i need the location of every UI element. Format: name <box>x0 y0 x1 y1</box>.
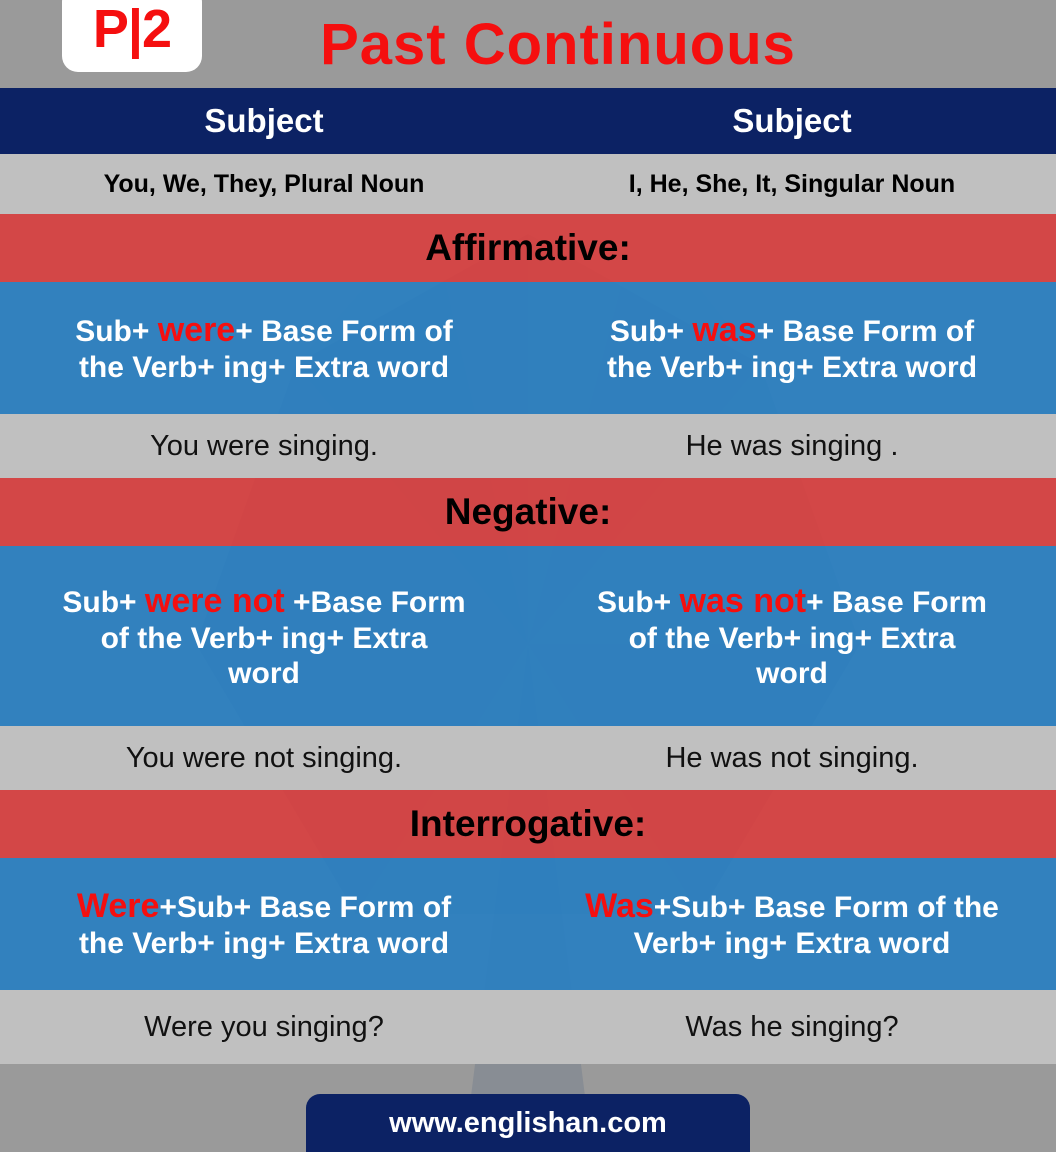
formula-row-negative: Sub+ were not +Base Form of the Verb+ in… <box>0 546 1056 726</box>
formula-suffix: + Base Form of <box>756 315 975 349</box>
formula-line-3: word <box>228 657 300 691</box>
subject-list-row: You, We, They, Plural Noun I, He, She, I… <box>0 154 1056 214</box>
formula-suffix: +Sub+ Base Form of the <box>653 891 999 925</box>
subject-header-row: Subject Subject <box>0 88 1056 154</box>
formula-affirmative-left: Sub+ were+ Base Form of the Verb+ ing+ E… <box>0 282 528 414</box>
formula-line-2: Verb+ ing+ Extra word <box>633 927 951 961</box>
formula-keyword: were not <box>144 581 285 620</box>
formula-line-1: Were+Sub+ Base Form of <box>77 886 451 926</box>
formula-negative-right: Sub+ was not+ Base Form of the Verb+ ing… <box>528 546 1056 726</box>
logo-text: P|2 <box>92 0 172 59</box>
formula-prefix: Sub+ <box>609 315 693 349</box>
section-label-interrogative: Interrogative: <box>409 803 647 844</box>
example-affirmative-left: You were singing. <box>150 429 378 462</box>
formula-prefix: Sub+ <box>596 585 680 619</box>
formula-line-2: the Verb+ ing+ Extra word <box>78 351 450 385</box>
example-row-negative: You were not singing. He was not singing… <box>0 726 1056 790</box>
website-badge[interactable]: www.englishan.com <box>306 1094 750 1152</box>
formula-keyword: was <box>692 311 757 350</box>
subject-list-right: I, He, She, It, Singular Noun <box>628 169 956 198</box>
formula-prefix: Sub+ <box>75 315 158 349</box>
formula-line-2: of the Verb+ ing+ Extra <box>100 621 428 655</box>
subject-header-left: Subject <box>204 102 324 139</box>
example-negative-right: He was not singing. <box>665 741 919 774</box>
formula-suffix: +Sub+ Base Form of <box>159 891 452 925</box>
formula-suffix: +Base Form <box>284 585 466 619</box>
example-interrogative-right: Was he singing? <box>685 1010 899 1043</box>
section-header-negative: Negative: <box>0 478 1056 546</box>
section-label-negative: Negative: <box>444 491 612 532</box>
formula-negative-left: Sub+ were not +Base Form of the Verb+ in… <box>0 546 528 726</box>
formula-line-1: Was+Sub+ Base Form of the <box>585 886 999 926</box>
website-url: www.englishan.com <box>389 1106 667 1139</box>
formula-line-2: the Verb+ ing+ Extra word <box>78 927 450 961</box>
example-interrogative-left: Were you singing? <box>144 1010 384 1043</box>
example-affirmative-right: He was singing . <box>685 429 899 462</box>
formula-line-1: Sub+ was not+ Base Form <box>597 581 987 621</box>
section-label-affirmative: Affirmative: <box>425 227 631 268</box>
formula-line-2: of the Verb+ ing+ Extra <box>628 621 956 655</box>
formula-keyword: were <box>157 311 236 350</box>
subject-list-left: You, We, They, Plural Noun <box>103 169 425 198</box>
formula-suffix: + Base Form of <box>235 315 453 349</box>
formula-interrogative-left: Were+Sub+ Base Form of the Verb+ ing+ Ex… <box>0 858 528 990</box>
section-header-affirmative: Affirmative: <box>0 214 1056 282</box>
subject-header-right: Subject <box>732 102 852 139</box>
formula-line-3: word <box>756 657 828 691</box>
formula-row-interrogative: Were+Sub+ Base Form of the Verb+ ing+ Ex… <box>0 858 1056 990</box>
section-header-interrogative: Interrogative: <box>0 790 1056 858</box>
formula-prefix: Sub+ <box>62 585 145 619</box>
example-negative-left: You were not singing. <box>125 741 403 774</box>
page-header: P|2 Past Continuous <box>0 0 1056 88</box>
formula-keyword: Was <box>585 887 654 926</box>
formula-keyword: was not <box>679 581 807 620</box>
formula-affirmative-right: Sub+ was+ Base Form of the Verb+ ing+ Ex… <box>528 282 1056 414</box>
formula-interrogative-right: Was+Sub+ Base Form of the Verb+ ing+ Ext… <box>528 858 1056 990</box>
logo-badge: P|2 <box>62 0 202 72</box>
example-row-interrogative: Were you singing? Was he singing? <box>0 990 1056 1064</box>
formula-line-1: Sub+ were+ Base Form of <box>75 310 453 350</box>
formula-line-1: Sub+ were not +Base Form <box>62 581 465 621</box>
formula-suffix: + Base Form <box>806 585 987 619</box>
formula-keyword: Were <box>76 887 160 926</box>
grammar-chart-page: P|2 Past Continuous Subject Subject You,… <box>0 0 1056 1152</box>
formula-row-affirmative: Sub+ were+ Base Form of the Verb+ ing+ E… <box>0 282 1056 414</box>
formula-line-1: Sub+ was+ Base Form of <box>610 310 974 350</box>
example-row-affirmative: You were singing. He was singing . <box>0 414 1056 478</box>
formula-line-2: the Verb+ ing+ Extra word <box>606 351 978 385</box>
